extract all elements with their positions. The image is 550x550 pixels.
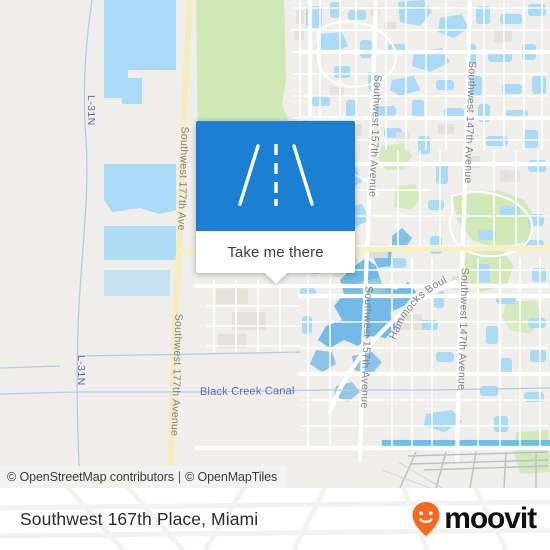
place-title: Southwest 167th Place, Miami: [20, 488, 258, 550]
map-popup-card[interactable]: Take me there: [196, 121, 355, 284]
footer-bar: Southwest 167th Place, Miami moovit: [0, 488, 550, 550]
label-l31n-south: L-31N: [75, 355, 87, 386]
moovit-brand[interactable]: moovit: [411, 488, 537, 550]
moovit-pin-smile-icon: [412, 502, 440, 536]
popup-image-header: [196, 121, 355, 231]
svg-text:L-31N: L-31N: [75, 355, 87, 386]
svg-text:Black Creek Canal: Black Creek Canal: [200, 385, 295, 398]
place-title-text: Southwest 167th Place, Miami: [20, 508, 259, 529]
svg-text:L-31N: L-31N: [85, 95, 97, 126]
take-me-there-label: Take me there: [227, 243, 324, 261]
label-l31n-north: L-31N: [85, 95, 97, 126]
popup-action-bar[interactable]: Take me there: [196, 231, 355, 284]
attribution-osm[interactable]: © OpenStreetMap contributors: [7, 470, 174, 484]
popup-pointer: [264, 273, 287, 284]
label-black-creek-canal: Black Creek Canal: [200, 385, 295, 398]
road-icon: [237, 144, 314, 206]
map-screenshot: L-31N L-31N Southwest 177th Avenue South…: [0, 0, 550, 550]
map-attribution: © OpenStreetMap contributors | © OpenMap…: [0, 466, 287, 488]
attribution-separator: |: [177, 470, 182, 484]
attribution-tiles[interactable]: © OpenMapTiles: [185, 470, 277, 484]
moovit-wordmark: moovit: [444, 502, 537, 535]
